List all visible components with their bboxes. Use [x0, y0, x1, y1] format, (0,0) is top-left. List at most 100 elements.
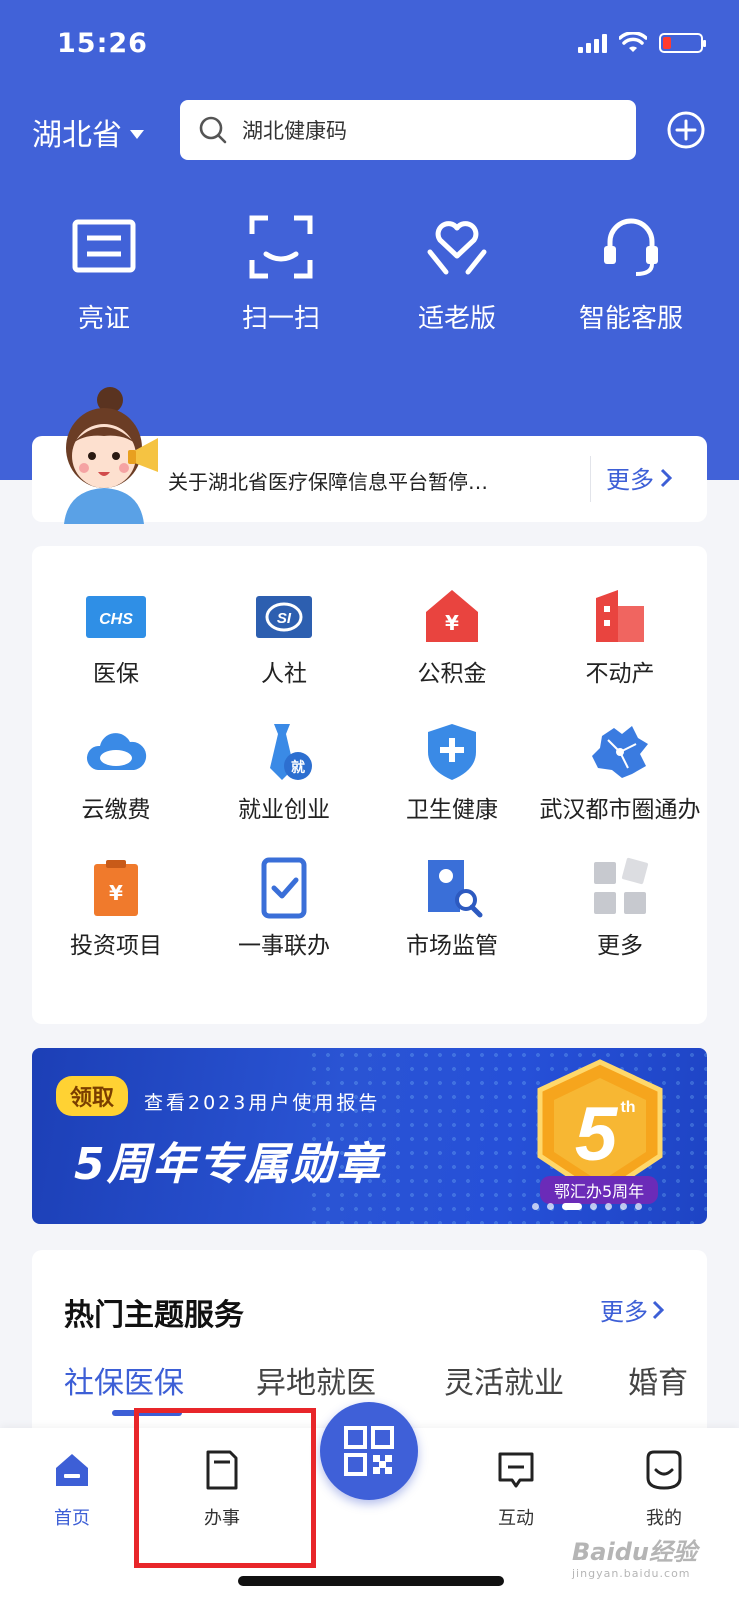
service-investment-projects[interactable]: ¥ 投资项目 — [32, 856, 200, 962]
chevron-right-icon — [652, 1300, 664, 1319]
service-market-supervision[interactable]: 市场监管 — [368, 856, 536, 962]
watermark-url: jingyan.baidu.com — [572, 1567, 691, 1580]
more-label: 更多 — [600, 1298, 648, 1326]
quick-action-label: 亮证 — [77, 304, 130, 334]
promo-banner[interactable]: 领取 查看2023用户使用报告 5周年专属勋章 5 th 鄂汇办5周年 — [32, 1048, 707, 1224]
section-title: 热门主题服务 — [64, 1298, 244, 1333]
nav-interaction[interactable]: 互动 — [466, 1448, 566, 1530]
tab-flexible-employment[interactable]: 灵活就业 — [444, 1358, 564, 1402]
medal-number: 5 — [575, 1092, 619, 1177]
divider — [590, 456, 591, 502]
service-label: 投资项目 — [70, 933, 162, 959]
service-label: 武汉都市圈通办 — [539, 797, 701, 823]
nav-label: 互动 — [498, 1508, 534, 1529]
qr-code-button[interactable] — [320, 1402, 418, 1500]
service-wuhan-metro-area[interactable]: 武汉都市圈通办 — [536, 720, 704, 826]
status-icons — [578, 32, 706, 54]
nav-profile[interactable]: 我的 — [614, 1448, 714, 1530]
quick-action-label: 扫一扫 — [241, 304, 320, 334]
service-label: 卫生健康 — [406, 797, 498, 823]
service-label: 不动产 — [585, 661, 655, 687]
health-shield-icon — [428, 724, 476, 780]
watermark-brand: Baidu经验 — [572, 1538, 697, 1566]
smile-face-icon — [646, 1450, 682, 1490]
service-label: 更多 — [597, 933, 643, 959]
service-health[interactable]: 卫生健康 — [368, 720, 536, 826]
tie-icon: 就 — [270, 724, 312, 780]
banner-pager — [532, 1203, 642, 1210]
quick-action-label: 适老版 — [417, 304, 496, 334]
nav-label: 首页 — [54, 1508, 90, 1529]
phone-check-icon — [261, 857, 307, 919]
service-housing-fund[interactable]: ¥ 公积金 — [368, 584, 536, 690]
svg-text:就: 就 — [291, 759, 305, 776]
quick-actions: 亮证 扫一扫 适老版 智能客服 — [0, 212, 739, 335]
scan-icon — [249, 215, 313, 279]
banner-subtitle: 查看2023用户使用报告 — [144, 1092, 381, 1114]
service-label: 公积金 — [417, 661, 487, 687]
elder-care-icon — [427, 221, 487, 275]
qr-code-icon — [344, 1426, 394, 1476]
service-label: 云缴费 — [81, 797, 151, 823]
service-medical-insurance[interactable]: CHS 医保 — [32, 584, 200, 690]
medal-suffix: th — [620, 1099, 635, 1116]
search-icon — [199, 116, 227, 144]
notice-text: 关于湖北省医疗保障信息平台暂停… — [168, 470, 488, 494]
service-one-thing-combined[interactable]: 一事联办 — [200, 856, 368, 962]
service-cloud-payment[interactable]: 云缴费 — [32, 720, 200, 826]
battery-icon — [659, 33, 706, 53]
service-label: 就业创业 — [238, 797, 330, 823]
add-icon[interactable] — [666, 110, 706, 150]
search-query: 湖北健康码 — [242, 119, 347, 143]
service-employment[interactable]: 就 就业创业 — [200, 720, 368, 826]
svg-text:¥: ¥ — [109, 881, 123, 905]
service-social-security[interactable]: SI 人社 — [200, 584, 368, 690]
more-grid-icon — [594, 857, 649, 914]
quick-action-scan[interactable]: 扫一扫 — [196, 212, 366, 335]
id-card-icon — [72, 219, 136, 273]
house-fund-icon: ¥ — [426, 590, 478, 642]
nav-home[interactable]: 首页 — [22, 1448, 122, 1530]
quick-action-label: 智能客服 — [578, 304, 683, 334]
cloud-icon — [86, 733, 147, 770]
notice-more-link[interactable]: 更多 — [606, 460, 672, 495]
status-time: 15:26 — [57, 28, 148, 59]
building-icon — [596, 590, 644, 642]
search-input[interactable]: 湖北健康码 — [180, 100, 636, 160]
tab-marriage-childbirth[interactable]: 婚育 — [628, 1358, 688, 1402]
hot-topics-more-link[interactable]: 更多 — [600, 1292, 664, 1327]
svg-text:CHS: CHS — [99, 611, 133, 628]
service-label: 医保 — [93, 661, 139, 687]
market-supervision-icon — [428, 860, 483, 918]
si-icon: SI — [256, 596, 312, 638]
chs-icon: CHS — [86, 596, 146, 638]
service-grid: CHS 医保 SI 人社 ¥ 公积金 不动产 云缴费 就 就业创业 卫生健康 武… — [32, 546, 707, 1024]
banner-title: 5周年专属勋章 — [74, 1139, 383, 1190]
province-label: 湖北省 — [32, 118, 122, 153]
quick-action-show-id[interactable]: 亮证 — [19, 212, 189, 335]
annotation-highlight-box — [134, 1408, 316, 1568]
service-more[interactable]: 更多 — [536, 856, 704, 962]
quick-action-elder-mode[interactable]: 适老版 — [372, 212, 542, 335]
claim-badge: 领取 — [56, 1076, 129, 1116]
more-label: 更多 — [606, 466, 654, 494]
service-label: 一事联办 — [238, 933, 330, 959]
tab-remote-medical[interactable]: 异地就医 — [256, 1358, 376, 1402]
wifi-icon — [619, 32, 647, 52]
svg-text:SI: SI — [277, 610, 292, 627]
tab-social-medical[interactable]: 社保医保 — [64, 1358, 184, 1402]
chat-icon — [498, 1452, 534, 1488]
nav-label: 我的 — [646, 1508, 682, 1529]
service-label: 市场监管 — [406, 933, 498, 959]
service-label: 人社 — [261, 661, 307, 687]
quick-action-customer-service[interactable]: 智能客服 — [546, 212, 716, 335]
svg-text:¥: ¥ — [445, 611, 459, 635]
clipboard-yen-icon: ¥ — [94, 860, 138, 916]
chevron-right-icon — [660, 468, 672, 487]
province-selector[interactable]: 湖北省 — [32, 110, 144, 154]
home-indicator — [238, 1576, 504, 1586]
medal-caption: 鄂汇办5周年 — [540, 1176, 659, 1204]
mascot-illustration — [64, 387, 158, 524]
baidu-watermark: Baidu经验 jingyan.baidu.com — [572, 1532, 697, 1580]
service-real-estate[interactable]: 不动产 — [536, 584, 704, 690]
